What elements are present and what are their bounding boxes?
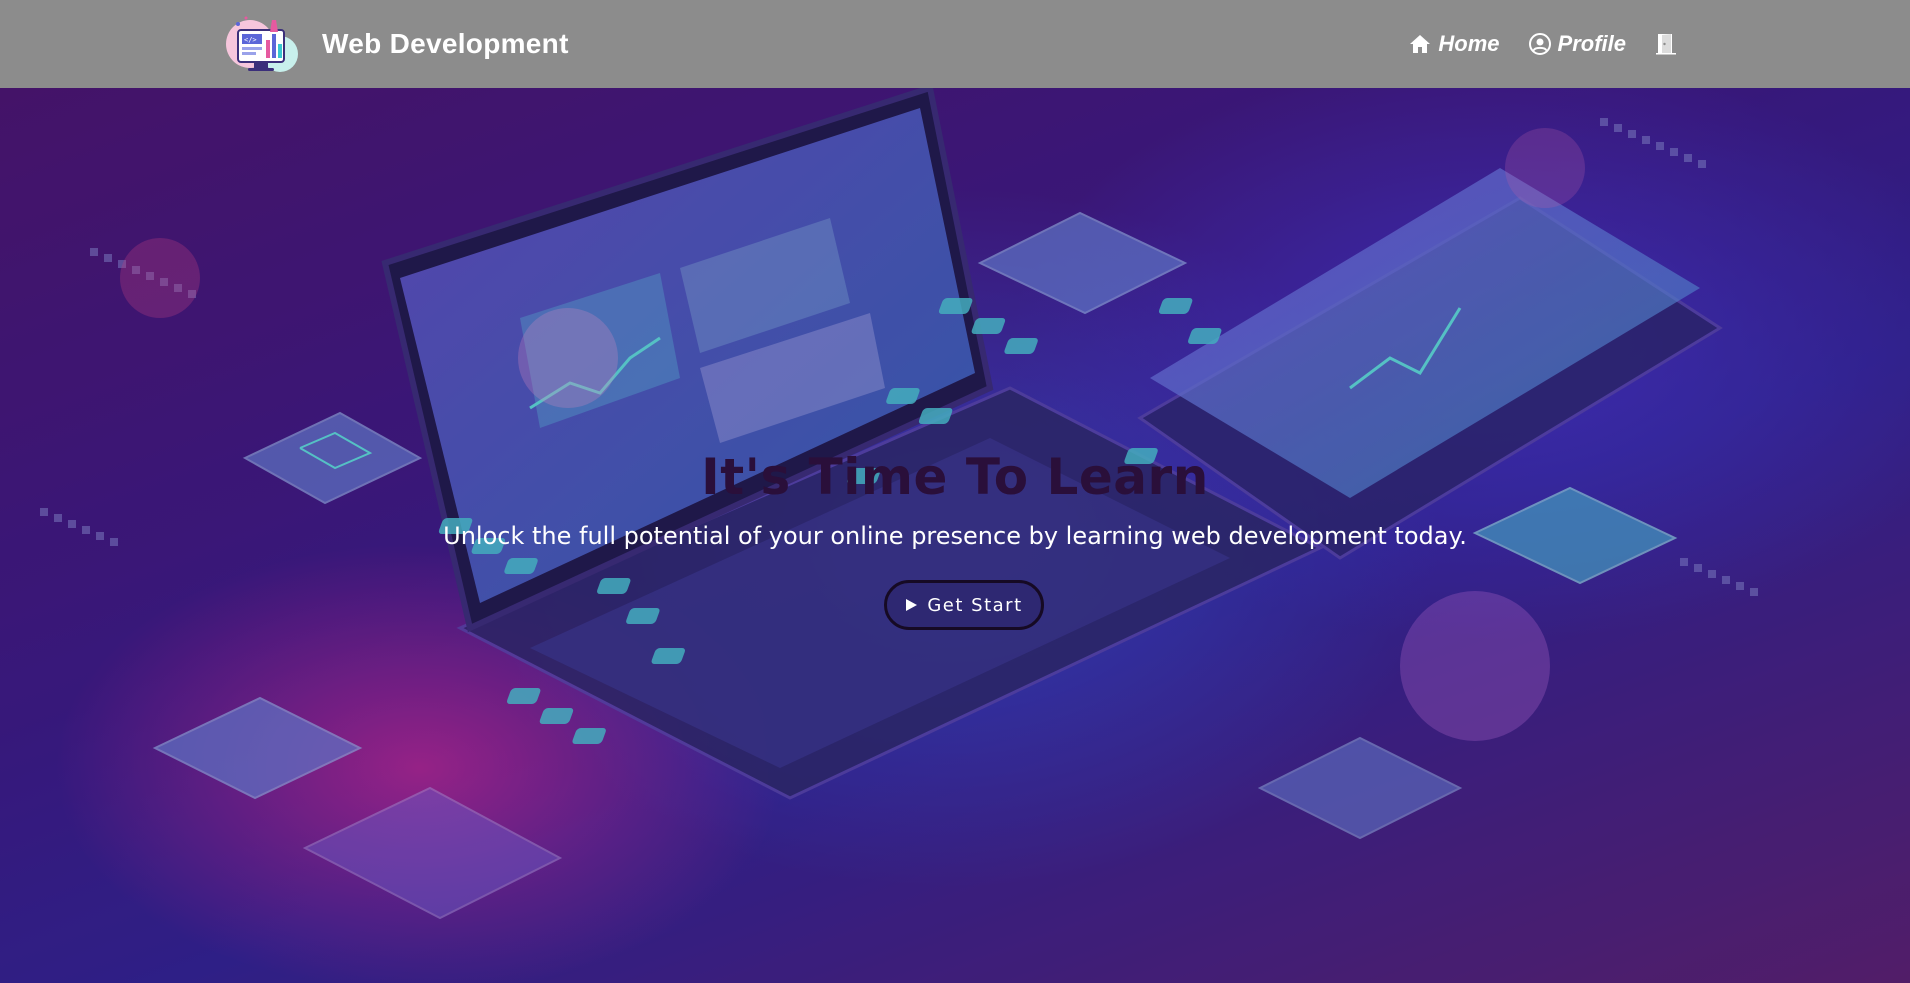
hero-content: It's Time To Learn Unlock the full poten…	[0, 88, 1910, 983]
user-circle-icon	[1528, 33, 1551, 55]
hero-subtitle: Unlock the full potential of your online…	[443, 522, 1467, 550]
hero-title: It's Time To Learn	[701, 448, 1209, 506]
nav-logout-link[interactable]	[1654, 32, 1678, 56]
hero-section: It's Time To Learn Unlock the full poten…	[0, 88, 1910, 983]
top-navbar: </> Web Development Home Profile	[0, 0, 1910, 88]
home-icon	[1410, 35, 1431, 53]
svg-text:</>: </>	[244, 36, 257, 44]
nav-profile-link[interactable]: Profile	[1528, 31, 1626, 57]
web-development-logo-icon: </>	[226, 16, 298, 72]
nav-profile-label: Profile	[1557, 31, 1626, 56]
get-start-button[interactable]: Get Start	[884, 580, 1044, 630]
play-icon	[906, 599, 918, 611]
nav-links: Home Profile	[1408, 24, 1678, 64]
brand[interactable]: </> Web Development	[224, 10, 569, 78]
get-start-label: Get Start	[927, 594, 1023, 616]
door-icon	[1656, 34, 1676, 55]
brand-title: Web Development	[322, 28, 569, 59]
nav-home-link[interactable]: Home	[1408, 31, 1500, 57]
nav-home-label: Home	[1438, 31, 1500, 56]
